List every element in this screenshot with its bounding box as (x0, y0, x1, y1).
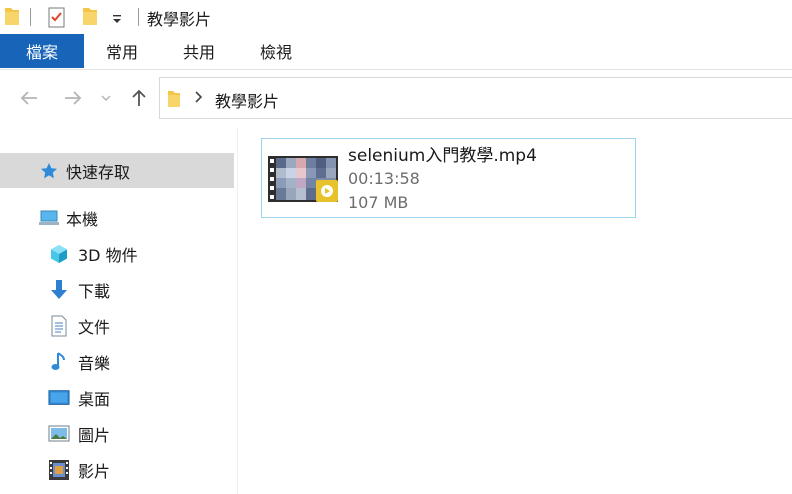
up-arrow-icon (132, 89, 146, 106)
navigation-bar: 教學影片 (0, 72, 792, 124)
sidebar-item-label: 下載 (78, 281, 111, 301)
customize-dropdown-icon[interactable] (111, 10, 123, 29)
up-button[interactable] (126, 85, 152, 111)
pictures-icon (48, 423, 70, 445)
sidebar-item-downloads[interactable]: 下載 (0, 272, 234, 307)
separator (30, 8, 31, 26)
back-button[interactable] (16, 85, 42, 111)
breadcrumb-chevron-icon[interactable] (194, 88, 203, 107)
sidebar-item-label: 快速存取 (66, 162, 131, 182)
sidebar-item-label: 文件 (78, 317, 111, 337)
file-name: selenium入門教學.mp4 (348, 146, 537, 166)
forward-button[interactable] (60, 85, 86, 111)
folder-icon[interactable] (4, 6, 20, 30)
recent-locations-button[interactable] (96, 85, 116, 111)
breadcrumb-current[interactable]: 教學影片 (215, 88, 279, 112)
computer-icon (38, 207, 60, 229)
ribbon-tabs: 檔案 常用 共用 檢視 (0, 34, 792, 70)
back-arrow-icon (20, 91, 37, 105)
navigation-pane: 快速存取 本機 3D 物件 下載 文件 音樂 桌面 圖片 影片 (0, 128, 238, 494)
forward-arrow-icon (65, 91, 82, 105)
video-thumbnail-icon (268, 156, 338, 202)
download-icon (48, 279, 70, 301)
file-view: selenium入門教學.mp4 00:13:58 107 MB (239, 128, 792, 494)
sidebar-item-desktop[interactable]: 桌面 (0, 380, 234, 415)
address-bar[interactable]: 教學影片 (159, 77, 792, 119)
3d-objects-icon (48, 243, 70, 265)
sidebar-item-label: 影片 (78, 461, 111, 481)
file-size: 107 MB (348, 193, 409, 212)
sidebar-item-3d-objects[interactable]: 3D 物件 (0, 236, 234, 271)
tab-file[interactable]: 檔案 (0, 34, 84, 68)
sidebar-item-label: 本機 (66, 209, 99, 229)
videos-icon (48, 459, 70, 481)
sidebar-item-documents[interactable]: 文件 (0, 308, 234, 343)
file-duration: 00:13:58 (348, 169, 420, 188)
file-tile[interactable]: selenium入門教學.mp4 00:13:58 107 MB (261, 138, 636, 218)
desktop-icon (48, 387, 70, 409)
sidebar-item-music[interactable]: 音樂 (0, 344, 234, 379)
sidebar-item-label: 圖片 (78, 425, 111, 445)
title-bar: 教學影片 (0, 0, 792, 34)
folder-icon (167, 90, 181, 112)
sidebar-item-videos[interactable]: 影片 (0, 452, 234, 487)
sidebar-item-quick-access[interactable]: 快速存取 (0, 153, 234, 188)
new-folder-icon[interactable] (82, 6, 98, 30)
window-title: 教學影片 (147, 10, 212, 29)
sidebar-item-label: 桌面 (78, 389, 111, 409)
document-icon (48, 315, 70, 337)
separator (138, 8, 139, 26)
sidebar-item-label: 3D 物件 (78, 245, 138, 265)
sidebar-item-label: 音樂 (78, 353, 111, 373)
properties-icon[interactable] (48, 6, 66, 32)
tab-share[interactable]: 共用 (175, 34, 223, 68)
chevron-down-icon (101, 95, 111, 102)
music-icon (48, 351, 70, 373)
star-icon (38, 160, 60, 182)
sidebar-item-pictures[interactable]: 圖片 (0, 416, 234, 451)
tab-home[interactable]: 常用 (98, 34, 146, 68)
tab-view[interactable]: 檢視 (252, 34, 300, 68)
sidebar-item-this-pc[interactable]: 本機 (0, 200, 234, 235)
